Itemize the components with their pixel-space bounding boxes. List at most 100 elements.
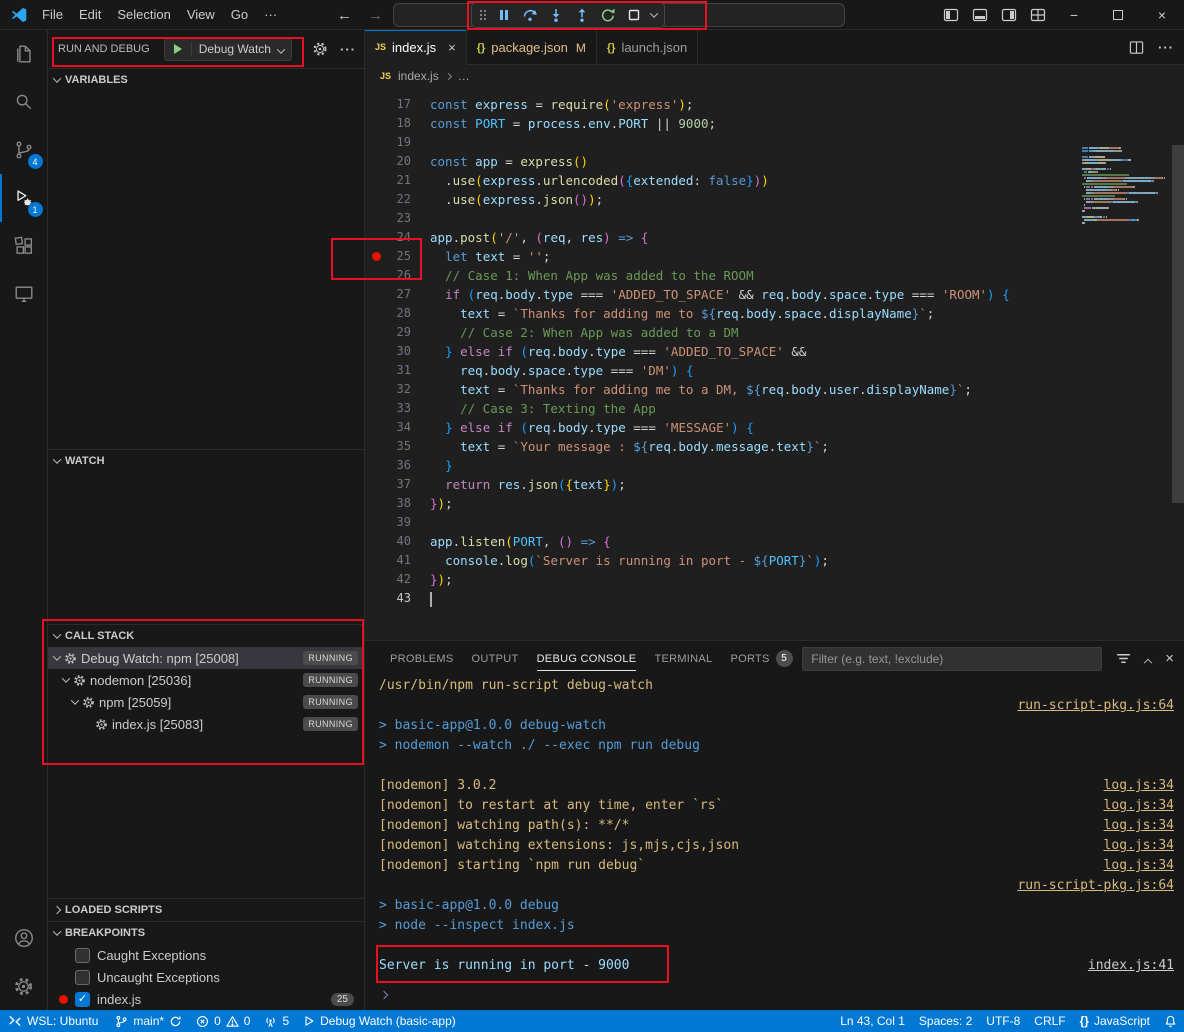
forward-arrow-icon[interactable]: → — [368, 7, 383, 24]
debug-console[interactable]: /usr/bin/npm run-script debug-watchrun-s… — [365, 676, 1184, 1010]
status-eol[interactable]: CRLF — [1027, 1010, 1072, 1032]
breakpoint-checkbox[interactable] — [75, 948, 90, 963]
stop-button[interactable] — [621, 4, 647, 26]
breakpoint-glyph[interactable] — [365, 247, 387, 266]
console-prompt-icon[interactable] — [381, 987, 387, 1002]
breakpoints-section-header[interactable]: BREAKPOINTS — [48, 922, 364, 944]
more-actions-icon[interactable]: ··· — [1158, 40, 1174, 55]
status-problems[interactable]: 0 0 — [189, 1010, 257, 1032]
filter-icon[interactable] — [1116, 651, 1131, 666]
breadcrumb[interactable]: JS index.js … — [365, 65, 1184, 87]
close-button[interactable]: × — [1140, 0, 1184, 30]
callstack-row[interactable]: index.js [25083]RUNNING — [48, 713, 364, 735]
menu-more[interactable]: ··· — [256, 4, 285, 25]
console-source-link[interactable]: log.js:34 — [1104, 856, 1174, 876]
status-notifications[interactable] — [1157, 1010, 1184, 1032]
more-actions-icon[interactable]: ··· — [340, 42, 356, 57]
panel-tab-debug-console[interactable]: DEBUG CONSOLE — [528, 641, 646, 676]
restart-button[interactable] — [595, 4, 621, 26]
call-stack-section-header[interactable]: CALL STACK — [48, 625, 364, 647]
console-source-link[interactable]: log.js:34 — [1104, 776, 1174, 796]
tab-launch-json[interactable]: {}launch.json — [597, 30, 698, 65]
minimize-button[interactable]: − — [1052, 0, 1096, 30]
code-editor[interactable]: 17const express = require('express');18c… — [365, 87, 1184, 640]
split-editor-icon[interactable] — [1129, 40, 1144, 55]
breakpoint-row[interactable]: Caught Exceptions — [48, 944, 364, 966]
start-debug-button[interactable] — [165, 44, 191, 54]
variables-section-header[interactable]: VARIABLES — [48, 69, 364, 91]
menu-selection[interactable]: Selection — [109, 4, 178, 25]
debug-settings-gear-icon[interactable] — [312, 41, 328, 57]
status-remote[interactable]: WSL: Ubuntu — [0, 1010, 108, 1032]
toggle-secondary-sidebar-icon[interactable] — [994, 0, 1023, 30]
activity-source-control[interactable]: 4 — [0, 126, 48, 174]
sync-icon — [169, 1015, 182, 1028]
console-source-link[interactable]: index.js:41 — [1088, 956, 1174, 976]
status-language[interactable]: {} JavaScript — [1073, 1010, 1157, 1032]
console-source-link[interactable]: log.js:34 — [1104, 836, 1174, 856]
menu-view[interactable]: View — [179, 4, 223, 25]
step-over-button[interactable] — [517, 4, 543, 26]
watch-section-header[interactable]: WATCH — [48, 450, 364, 472]
back-arrow-icon[interactable]: ← — [337, 7, 352, 24]
cursor-position-label: Ln 43, Col 1 — [840, 1014, 905, 1028]
breadcrumb-file[interactable]: index.js — [398, 69, 439, 83]
panel-tab-ports[interactable]: PORTS5 — [721, 641, 801, 676]
editor-scrollbar-thumb[interactable] — [1172, 145, 1184, 503]
tab-package-json[interactable]: {}package.jsonM — [467, 30, 597, 65]
breadcrumb-symbol[interactable]: … — [458, 69, 470, 83]
panel-tab-output[interactable]: OUTPUT — [463, 641, 528, 676]
console-source-link[interactable]: run-script-pkg.js:64 — [1017, 876, 1174, 896]
pause-button[interactable] — [491, 4, 517, 26]
status-encoding[interactable]: UTF-8 — [979, 1010, 1027, 1032]
close-panel-icon[interactable]: × — [1165, 650, 1174, 667]
activity-extensions[interactable] — [0, 222, 48, 270]
step-into-button[interactable] — [543, 4, 569, 26]
close-icon[interactable]: × — [448, 40, 456, 55]
breakpoint-row[interactable]: Uncaught Exceptions — [48, 966, 364, 988]
status-branch[interactable]: main* — [108, 1010, 189, 1032]
activity-settings[interactable] — [0, 962, 48, 1010]
tab-index-js[interactable]: JSindex.js× — [365, 30, 467, 65]
menu-go[interactable]: Go — [223, 4, 256, 25]
glyph-margin — [365, 532, 387, 551]
chevron-down-icon[interactable] — [71, 696, 79, 704]
panel-tab-terminal[interactable]: TERMINAL — [645, 641, 721, 676]
maximize-button[interactable] — [1096, 0, 1140, 30]
breakpoint-checkbox[interactable]: ✓ — [75, 992, 90, 1007]
menu-file[interactable]: File — [34, 4, 71, 25]
breakpoint-checkbox[interactable] — [75, 970, 90, 985]
activity-run-and-debug[interactable]: 1 — [0, 174, 48, 222]
breakpoint-dot[interactable] — [372, 252, 381, 261]
status-indentation[interactable]: Spaces: 2 — [912, 1010, 979, 1032]
minimap[interactable] — [1082, 147, 1170, 228]
customize-layout-icon[interactable] — [1023, 0, 1052, 30]
activity-accounts[interactable] — [0, 914, 48, 962]
drag-handle-icon[interactable] — [475, 4, 491, 26]
callstack-row[interactable]: Debug Watch: npm [25008]RUNNING — [48, 647, 364, 669]
callstack-row[interactable]: npm [25059]RUNNING — [48, 691, 364, 713]
launch-config-dropdown[interactable]: Debug Watch — [164, 37, 292, 61]
maximize-panel-chevron-icon[interactable] — [1145, 651, 1151, 666]
stop-dropdown-chevron-icon[interactable] — [647, 4, 661, 26]
console-source-link[interactable]: log.js:34 — [1104, 796, 1174, 816]
activity-search[interactable] — [0, 78, 48, 126]
panel-tab-problems[interactable]: PROBLEMS — [381, 641, 463, 676]
activity-explorer[interactable] — [0, 30, 48, 78]
toggle-panel-icon[interactable] — [965, 0, 994, 30]
console-source-link[interactable]: run-script-pkg.js:64 — [1017, 696, 1174, 716]
status-ports[interactable]: 5 — [257, 1010, 296, 1032]
toggle-sidebar-icon[interactable] — [936, 0, 965, 30]
chevron-down-icon[interactable] — [62, 674, 70, 682]
callstack-row[interactable]: nodemon [25036]RUNNING — [48, 669, 364, 691]
activity-remote-explorer[interactable] — [0, 270, 48, 318]
console-filter-input[interactable] — [802, 647, 1102, 671]
chevron-down-icon[interactable] — [53, 652, 61, 660]
menu-edit[interactable]: Edit — [71, 4, 109, 25]
status-debug-session[interactable]: Debug Watch (basic-app) — [296, 1010, 463, 1032]
step-out-button[interactable] — [569, 4, 595, 26]
breakpoint-row[interactable]: ✓index.js25 — [48, 988, 364, 1010]
console-source-link[interactable]: log.js:34 — [1104, 816, 1174, 836]
status-cursor-position[interactable]: Ln 43, Col 1 — [833, 1010, 912, 1032]
loaded-scripts-section-header[interactable]: LOADED SCRIPTS — [48, 899, 364, 921]
